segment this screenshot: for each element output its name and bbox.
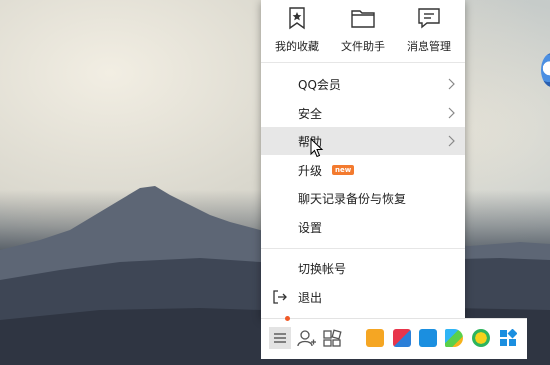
- qq-music-icon[interactable]: [472, 329, 490, 347]
- message-icon: [418, 8, 440, 29]
- new-badge: new: [332, 165, 355, 175]
- menu-item-settings[interactable]: 设置: [261, 213, 465, 241]
- add-friend-button[interactable]: [295, 327, 317, 349]
- apps-grid-icon: [500, 328, 518, 346]
- qq-main-menu: 我的收藏 文件助手 消息管理 QQ会员 安全 帮助 升级 new 聊天记录备份与…: [261, 0, 465, 318]
- message-manager-button[interactable]: 消息管理: [395, 4, 463, 58]
- video-icon[interactable]: [393, 329, 411, 347]
- menu-shortcuts: 我的收藏 文件助手 消息管理: [261, 0, 465, 63]
- exit-icon: [273, 290, 287, 304]
- main-menu-button[interactable]: [269, 327, 291, 349]
- menu-divider: [261, 248, 465, 249]
- add-friend-icon: [297, 330, 316, 347]
- menu-item-switch-account[interactable]: 切换帐号: [261, 254, 465, 282]
- weiyun-icon[interactable]: [419, 329, 437, 347]
- menu-item-exit[interactable]: 退出: [261, 283, 465, 311]
- bottom-toolbar: [261, 318, 527, 359]
- tencent-video-icon[interactable]: [445, 329, 463, 347]
- message-manager-label: 消息管理: [407, 40, 451, 53]
- file-assistant-label: 文件助手: [341, 40, 385, 53]
- menu-icon: [274, 333, 286, 343]
- apps-grid-button[interactable]: [499, 328, 518, 347]
- my-favorites-label: 我的收藏: [275, 40, 319, 53]
- menu-item-label: 升级: [298, 164, 323, 178]
- mouse-cursor-icon: [310, 138, 324, 158]
- file-assistant-button[interactable]: 文件助手: [329, 4, 397, 58]
- menu-item-label: 切换帐号: [298, 262, 347, 276]
- notification-dot: [285, 316, 290, 321]
- menu-item-security[interactable]: 安全: [261, 99, 465, 127]
- menu-item-label: 安全: [298, 107, 323, 121]
- menu-item-label: 退出: [298, 291, 323, 305]
- game-icon[interactable]: [366, 329, 384, 347]
- app-manager-icon: [323, 329, 342, 347]
- my-favorites-button[interactable]: 我的收藏: [263, 4, 331, 58]
- menu-item-chat-backup[interactable]: 聊天记录备份与恢复: [261, 184, 465, 212]
- menu-item-help[interactable]: 帮助: [261, 127, 465, 155]
- chevron-right-icon: [448, 107, 455, 119]
- menu-item-qq-vip[interactable]: QQ会员: [261, 70, 465, 98]
- star-bookmark-icon: [289, 7, 305, 30]
- menu-item-upgrade[interactable]: 升级 new: [261, 156, 465, 184]
- menu-item-label: 聊天记录备份与恢复: [298, 192, 407, 206]
- folder-icon: [351, 10, 375, 28]
- menu-item-label: 设置: [298, 221, 323, 235]
- chevron-right-icon: [448, 135, 455, 147]
- menu-item-label: QQ会员: [298, 78, 341, 92]
- app-manager-button[interactable]: [321, 327, 343, 349]
- chevron-right-icon: [448, 78, 455, 90]
